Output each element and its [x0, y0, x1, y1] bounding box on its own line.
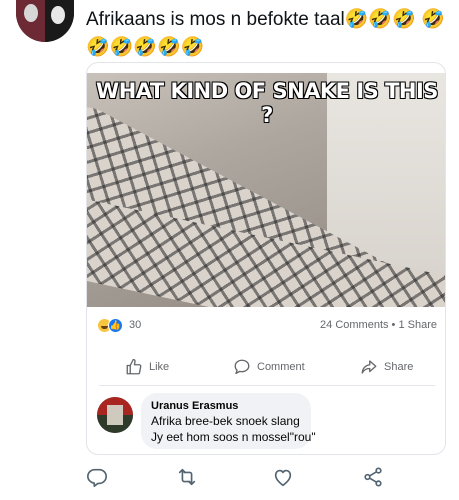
avatar-face-left — [24, 4, 38, 22]
comment-button[interactable]: Comment — [233, 355, 305, 379]
share-button[interactable]: Share — [360, 355, 413, 379]
thumbs-up-icon — [126, 358, 142, 375]
retweet-button[interactable] — [176, 466, 198, 488]
embedded-post-card[interactable]: WHAT KIND OF SNAKE IS THIS ? 👍 30 24 Com… — [86, 62, 446, 455]
reactions-count[interactable]: 30 — [129, 319, 141, 331]
comment-label: Comment — [257, 361, 305, 373]
tweet-author-avatar[interactable] — [16, 0, 74, 42]
reactions-row: 👍 30 24 Comments • 1 Share — [87, 315, 445, 335]
like-button[interactable]: Like — [125, 355, 169, 379]
like-heart-icon — [274, 469, 292, 487]
like-reaction-icon: 👍 — [108, 318, 123, 333]
post-actions-bar: Like Comment Share — [87, 355, 445, 379]
share-tweet-button[interactable] — [362, 466, 384, 488]
share-arrow-icon — [361, 360, 377, 374]
retweet-icon — [178, 468, 196, 486]
like-label: Like — [149, 361, 170, 373]
like-tweet-button[interactable] — [272, 466, 294, 488]
share-label: Share — [384, 361, 414, 373]
comment-text-line-1: Afrika bree-bek snoek slang — [151, 414, 300, 428]
avatar-face-right — [51, 6, 65, 24]
reply-icon — [87, 468, 107, 487]
tweet-text: Afrikaans is mos n befokte taal🤣🤣🤣 🤣🤣🤣🤣🤣… — [86, 9, 445, 58]
comment-author-name[interactable]: Uranus Erasmus — [151, 399, 301, 413]
tweet-actions-bar — [86, 466, 386, 492]
comment-avatar-figure — [107, 405, 123, 425]
comment-author-avatar[interactable] — [97, 397, 133, 433]
comment-bubble: Uranus Erasmus Afrika bree-bek snoek sla… — [141, 393, 316, 449]
comment-bubble-icon — [234, 359, 250, 375]
meme-caption: WHAT KIND OF SNAKE IS THIS ? — [96, 79, 438, 127]
actions-divider — [99, 385, 435, 386]
comment-text-line-2: Jy eet hom soos n mossel"rou" — [151, 430, 316, 444]
reply-button[interactable] — [86, 466, 108, 488]
meme-image[interactable]: WHAT KIND OF SNAKE IS THIS ? — [87, 73, 445, 307]
comments-shares-count[interactable]: 24 Comments • 1 Share — [320, 319, 437, 331]
share-icon — [364, 467, 382, 487]
